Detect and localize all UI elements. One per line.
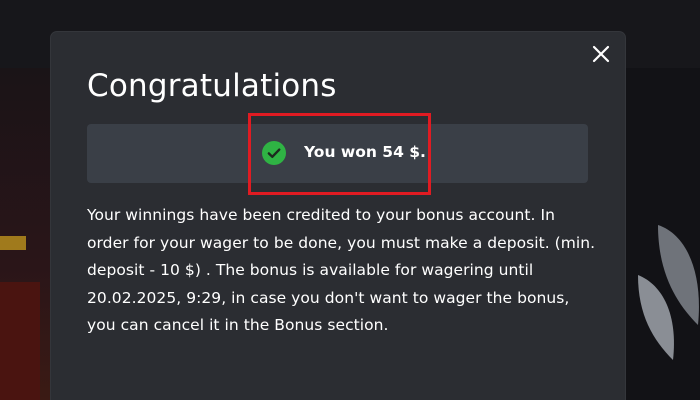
modal-title: Congratulations [87, 68, 337, 104]
bonus-message: Your winnings have been credited to your… [87, 206, 596, 334]
background-gold-element [0, 236, 26, 250]
background-red-element [0, 282, 40, 400]
screen: Congratulations You won 54 $. Your winni… [0, 0, 700, 400]
congratulations-modal: Congratulations You won 54 $. Your winni… [51, 32, 625, 400]
win-amount-text: You won 54 $. [304, 143, 426, 161]
check-circle-icon [262, 141, 286, 165]
feather-decoration-icon [638, 225, 699, 360]
close-button[interactable] [587, 40, 615, 68]
close-icon [592, 45, 610, 63]
win-banner: You won 54 $. [87, 124, 588, 183]
